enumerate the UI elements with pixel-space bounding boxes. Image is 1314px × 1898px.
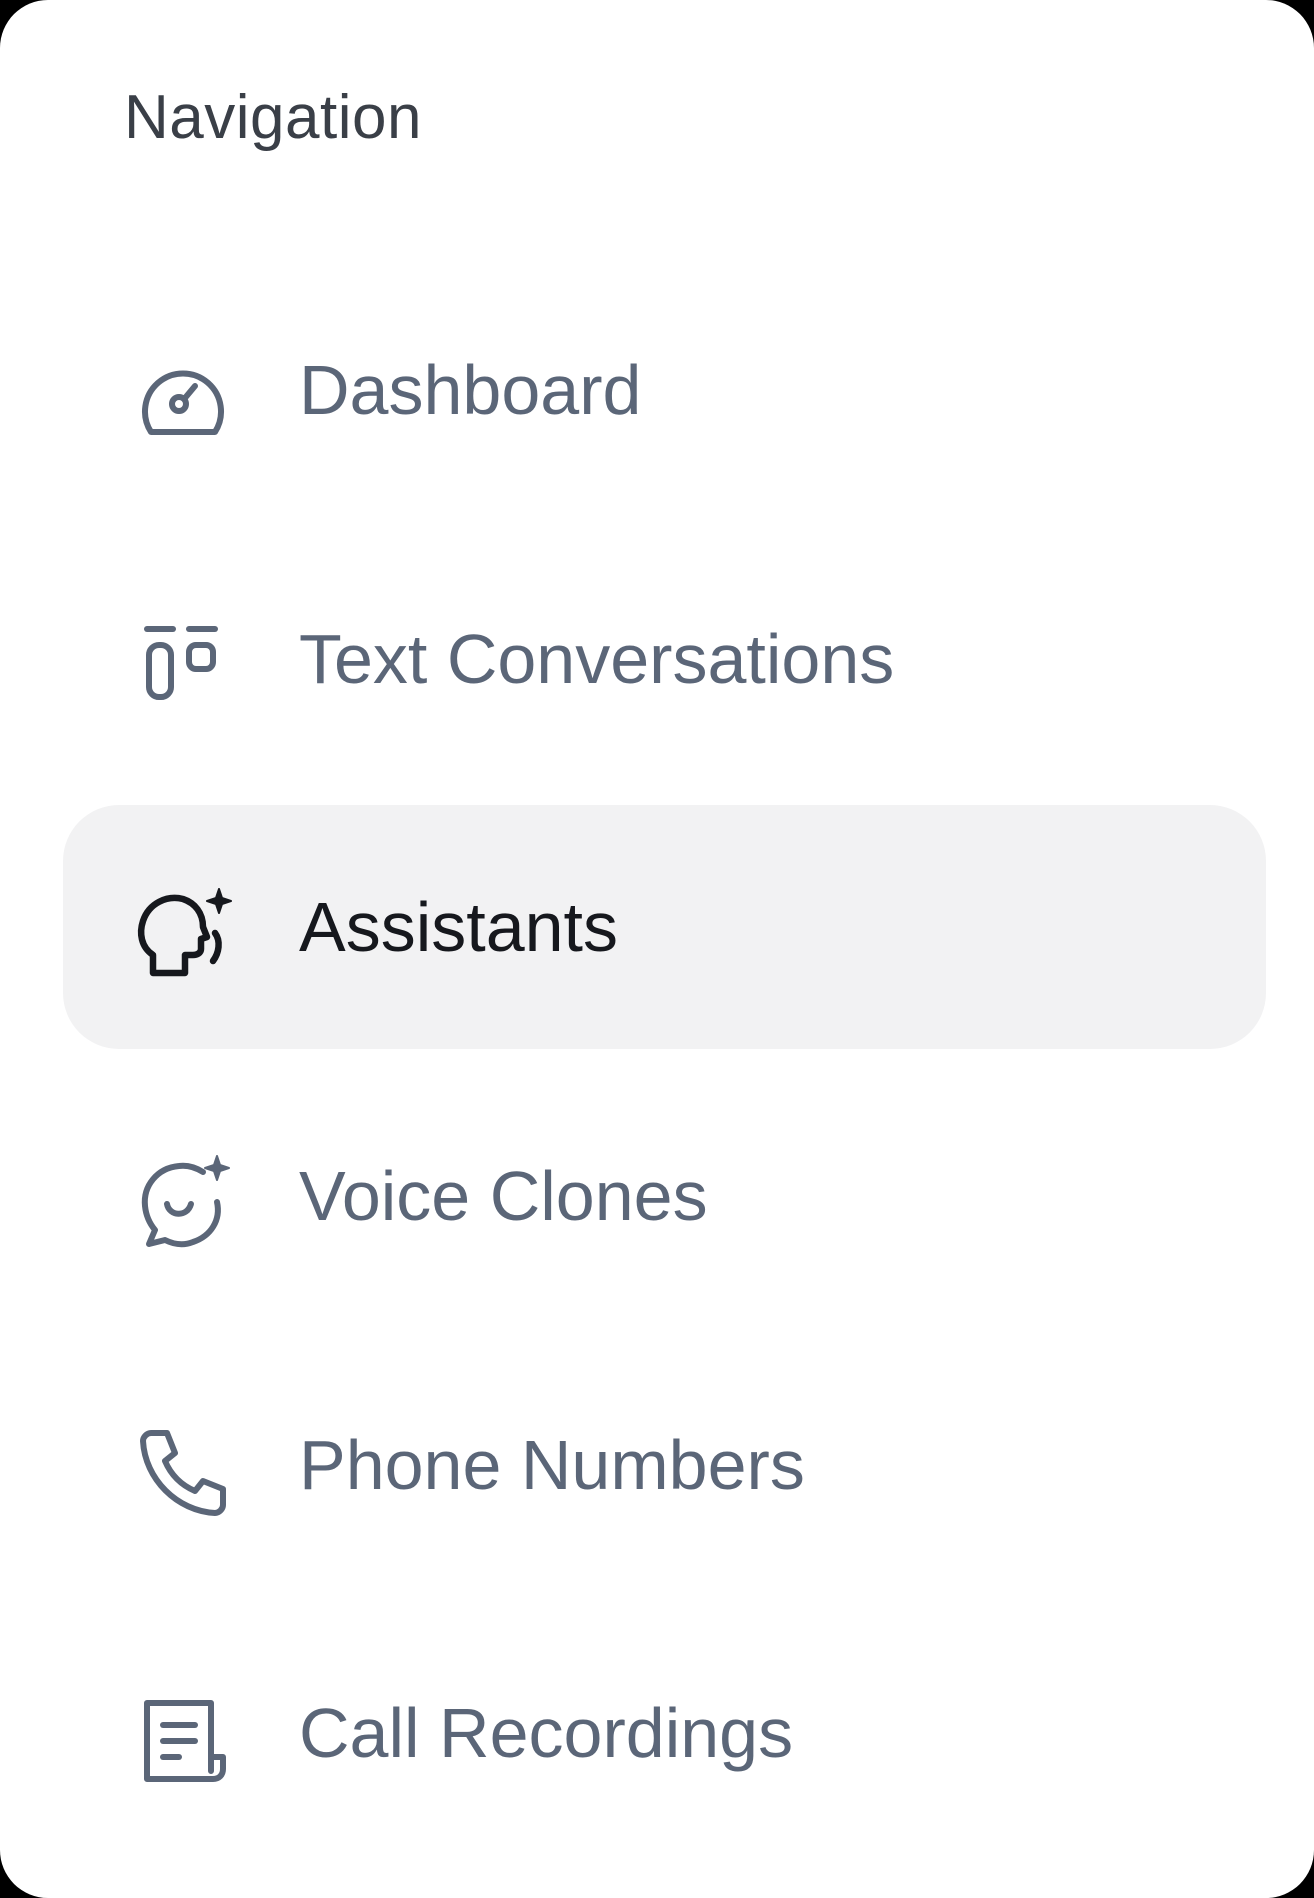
text-conversations-icon xyxy=(133,617,233,717)
sidebar-item-label: Assistants xyxy=(299,888,618,966)
sidebar-item-label: Phone Numbers xyxy=(299,1426,805,1504)
sidebar-item-call-recordings[interactable]: Call Recordings xyxy=(63,1611,1266,1855)
phone-icon xyxy=(133,1423,233,1523)
assistant-head-sparkle-icon xyxy=(133,883,233,983)
navigation-list: Dashboard Text Conversations Assistants … xyxy=(63,0,1266,1898)
sidebar-item-text-conversations[interactable]: Text Conversations xyxy=(63,537,1266,781)
sidebar-item-assistants[interactable]: Assistants xyxy=(63,805,1266,1049)
sidebar-item-label: Dashboard xyxy=(299,351,642,429)
dashboard-gauge-icon xyxy=(133,348,233,448)
document-receipt-icon xyxy=(133,1691,233,1791)
voice-clone-chat-sparkle-icon xyxy=(133,1154,233,1254)
sidebar-item-phone-numbers[interactable]: Phone Numbers xyxy=(63,1343,1266,1587)
navigation-panel: Navigation Dashboard Text Conversations … xyxy=(0,0,1314,1898)
sidebar-item-dashboard[interactable]: Dashboard xyxy=(63,268,1266,512)
sidebar-item-voice-clones[interactable]: Voice Clones xyxy=(63,1074,1266,1318)
sidebar-item-label: Call Recordings xyxy=(299,1694,794,1772)
sidebar-item-label: Text Conversations xyxy=(299,620,895,698)
sidebar-item-label: Voice Clones xyxy=(299,1157,708,1235)
